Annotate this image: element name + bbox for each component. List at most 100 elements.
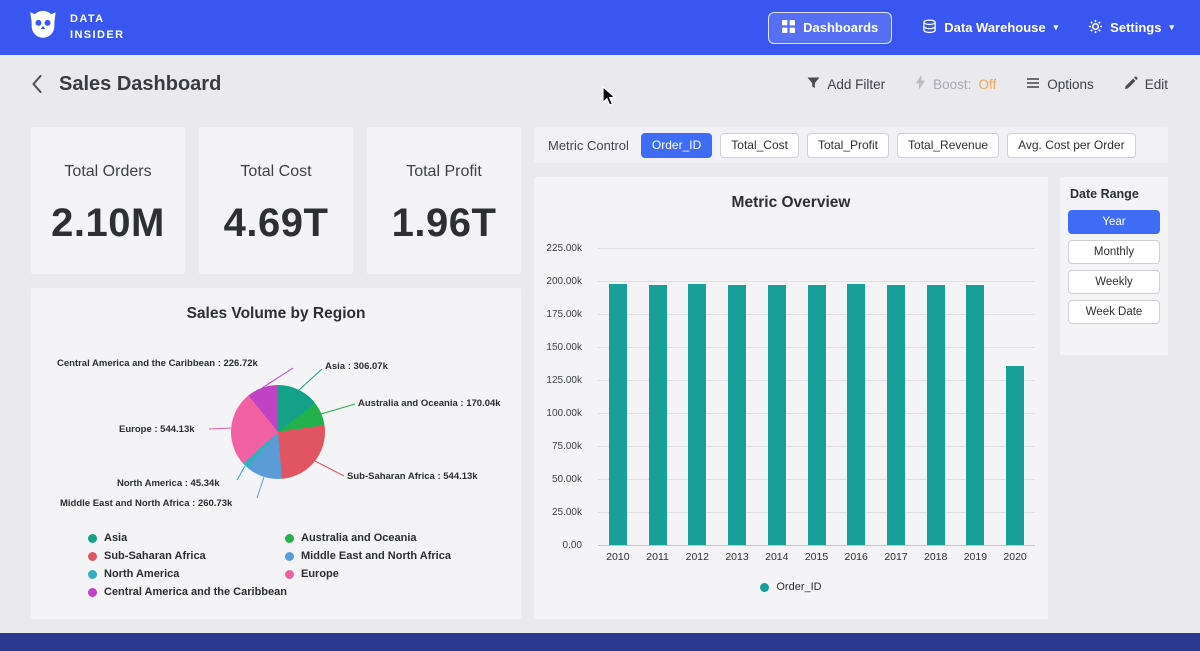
date-range-button-monthly[interactable]: Monthly — [1068, 240, 1160, 264]
y-axis-tick: 75.00k — [552, 441, 582, 452]
metric-buttons: Order_ID Total_Cost Total_Profit Total_Reve… — [641, 133, 1136, 158]
bolt-icon — [915, 75, 926, 93]
date-range-button-week-date[interactable]: Week Date — [1068, 300, 1160, 324]
y-axis-tick: 50.00k — [552, 474, 582, 485]
chevron-down-icon: ▾ — [1054, 22, 1059, 33]
x-axis-label-2016: 2016 — [836, 551, 876, 563]
legend-item-europe: Europe — [285, 568, 451, 580]
y-axis-tick: 25.00k — [552, 507, 582, 518]
bar-2016 — [847, 284, 865, 545]
pie-callout-australia-and-oceania: Australia and Oceania : 170.04k — [358, 398, 501, 409]
edit-label: Edit — [1145, 77, 1168, 92]
add-filter-button[interactable]: Add Filter — [807, 77, 885, 92]
y-axis-tick: 100.00k — [546, 408, 582, 419]
sales-volume-by-region-card: Sales Volume by Region Asia : 306.07kAus… — [31, 288, 521, 619]
bar-2020 — [1006, 366, 1024, 545]
page-title: Sales Dashboard — [59, 73, 221, 96]
boost-state: Off — [978, 77, 996, 92]
header-actions: Add Filter Boost: Off Options — [807, 75, 1168, 93]
metric-button-order-id[interactable]: Order_ID — [641, 133, 712, 158]
legend-text: Middle East and North Africa — [301, 550, 451, 562]
database-icon — [922, 19, 937, 37]
brand-line2: INSIDER — [70, 28, 124, 44]
legend-dot — [88, 552, 97, 561]
legend-column: Australia and OceaniaMiddle East and Nor… — [285, 532, 451, 598]
dashboards-button[interactable]: Dashboards — [768, 12, 892, 44]
metric-button-total-cost[interactable]: Total_Cost — [720, 133, 799, 158]
legend-item-north-america: North America — [88, 568, 285, 580]
kpi-label: Total Profit — [367, 163, 521, 181]
pie-legend: Asia Sub-Saharan Africa North America Centr… — [88, 532, 451, 598]
owl-logo-icon — [26, 8, 60, 47]
pie-chart-title: Sales Volume by Region — [31, 288, 521, 323]
legend-text: Central America and the Caribbean — [104, 586, 287, 598]
options-label: Options — [1047, 77, 1094, 92]
legend-dot — [760, 583, 769, 592]
metric-button-total-profit[interactable]: Total_Profit — [807, 133, 889, 158]
legend-label: Order_ID — [776, 581, 821, 593]
pie-callout-europe: Europe : 544.13k — [119, 424, 195, 435]
gear-icon — [1088, 19, 1103, 37]
gridline — [598, 545, 1035, 546]
x-axis-label-2012: 2012 — [677, 551, 717, 563]
boost-label: Boost: — [933, 77, 971, 92]
data-warehouse-menu[interactable]: Data Warehouse ▾ — [922, 19, 1058, 37]
x-axis-label-2015: 2015 — [797, 551, 837, 563]
bar-2014 — [768, 285, 786, 545]
legend-dot — [88, 534, 97, 543]
bar-2015 — [808, 285, 826, 545]
gridline — [598, 248, 1035, 249]
dashboards-label: Dashboards — [803, 20, 878, 35]
settings-menu[interactable]: Settings ▾ — [1088, 19, 1174, 37]
x-axis: 2010201120122013201420152016201720182019… — [598, 551, 1035, 565]
x-axis-label-2018: 2018 — [916, 551, 956, 563]
x-axis-label-2013: 2013 — [717, 551, 757, 563]
y-axis-tick: 0.00 — [563, 540, 582, 551]
date-range-button-year[interactable]: Year — [1068, 210, 1160, 234]
legend-dot — [285, 534, 294, 543]
x-axis-label-2010: 2010 — [598, 551, 638, 563]
legend-text: North America — [104, 568, 179, 580]
y-axis-tick: 125.00k — [546, 375, 582, 386]
kpi-card-total-profit: Total Profit 1.96T — [367, 127, 521, 274]
kpi-card-total-cost: Total Cost 4.69T — [199, 127, 353, 274]
kpi-card-total-orders: Total Orders 2.10M — [31, 127, 185, 274]
date-range-button-weekly[interactable]: Weekly — [1068, 270, 1160, 294]
pie-callout-north-america: North America : 45.34k — [117, 478, 220, 489]
settings-label: Settings — [1110, 20, 1161, 35]
y-axis-tick: 225.00k — [546, 243, 582, 254]
footer-bar — [0, 633, 1200, 651]
pie-circle — [231, 385, 325, 479]
legend-text: Sub-Saharan Africa — [104, 550, 206, 562]
metric-button-avg-cost-per-order[interactable]: Avg. Cost per Order — [1007, 133, 1136, 158]
date-range-panel: Date Range YearMonthlyWeeklyWeek Date — [1060, 177, 1168, 355]
top-navbar: DATA INSIDER Dashboards — [0, 0, 1200, 55]
legend-text: Asia — [104, 532, 127, 544]
chevron-down-icon: ▾ — [1169, 22, 1174, 33]
edit-button[interactable]: Edit — [1124, 76, 1168, 93]
bar-2011 — [649, 285, 667, 545]
y-axis: 225.00k200.00k175.00k150.00k125.00k100.0… — [534, 248, 590, 545]
bar-2013 — [728, 285, 746, 545]
metric-control-label: Metric Control — [548, 138, 629, 153]
x-axis-label-2011: 2011 — [638, 551, 678, 563]
kpi-label: Total Cost — [199, 163, 353, 181]
boost-toggle[interactable]: Boost: Off — [915, 75, 996, 93]
back-button[interactable] — [32, 75, 43, 93]
pie-callout-middle-east-and-north-africa: Middle East and North Africa : 260.73k — [60, 498, 232, 509]
add-filter-label: Add Filter — [827, 77, 885, 92]
legend-dot — [88, 588, 97, 597]
chevron-left-icon — [32, 75, 43, 93]
dashboard-header: Sales Dashboard Add Filter Boost: Off — [0, 55, 1200, 113]
bar-chart-title: Metric Overview — [534, 177, 1048, 212]
gridline — [598, 281, 1035, 282]
filter-icon — [807, 77, 820, 92]
metric-button-total-revenue[interactable]: Total_Revenue — [897, 133, 999, 158]
legend-dot — [285, 552, 294, 561]
options-button[interactable]: Options — [1026, 76, 1094, 93]
brand-home-link[interactable]: DATA INSIDER — [26, 8, 124, 47]
kpi-label: Total Orders — [31, 163, 185, 181]
legend-text: Europe — [301, 568, 339, 580]
x-axis-label-2019: 2019 — [955, 551, 995, 563]
date-range-buttons: Year Monthly Weekly Week Date — [1068, 210, 1160, 324]
